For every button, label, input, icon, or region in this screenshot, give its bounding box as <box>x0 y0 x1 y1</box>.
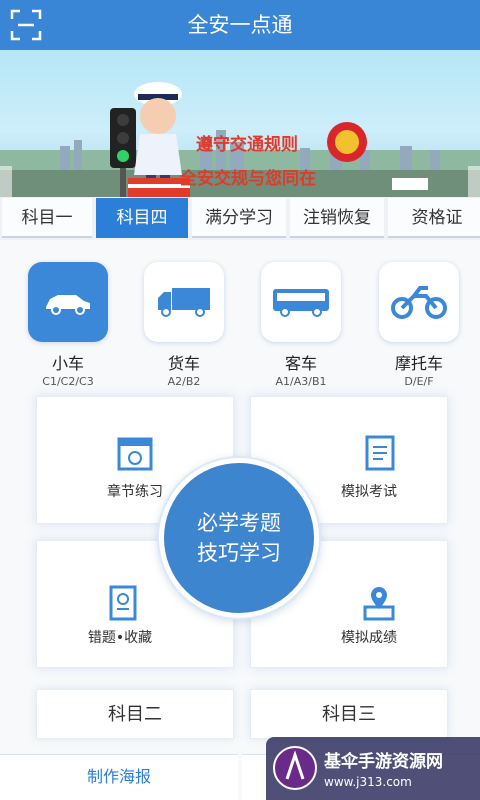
vehicle-classes: A1/A3/B1 <box>275 375 327 388</box>
card-label: 模拟成绩 <box>341 630 397 646</box>
vehicle-name: 小车 <box>51 354 84 373</box>
watermark-logo <box>273 746 317 790</box>
tab-subject-one[interactable]: 科目一 <box>2 198 92 238</box>
watermark-overlay: 基伞手游资源网 www.j313.com <box>266 737 480 800</box>
subject-tabs: 科目一 科目四 满分学习 注销恢复 资格证 <box>0 198 480 240</box>
promo-banner[interactable]: 遵守交通规则 全安交规与您同在 <box>0 50 480 197</box>
banner-next-arrow[interactable] <box>468 166 480 197</box>
app-title: 全安一点通 <box>187 13 293 37</box>
vehicle-bus[interactable]: 客车 A1/A3/B1 <box>258 262 344 388</box>
tab-full-score[interactable]: 满分学习 <box>192 198 286 238</box>
watermark-title: 基伞手游资源网 <box>324 752 443 772</box>
card-label: 模拟考试 <box>341 484 397 500</box>
tab-subject-four[interactable]: 科目四 <box>96 198 188 238</box>
banner-prev-arrow[interactable] <box>0 166 12 197</box>
motorcycle-icon <box>379 262 459 342</box>
banner-slogan-1: 遵守交通规则 <box>196 135 298 155</box>
vehicle-car[interactable]: 小车 C1/C2/C3 <box>25 262 111 388</box>
vehicle-classes: D/E/F <box>404 375 434 388</box>
vehicle-name: 货车 <box>167 354 200 373</box>
notebook-icon <box>109 585 137 621</box>
truck-icon <box>144 262 224 342</box>
card-label: 错题•收藏 <box>87 630 153 646</box>
vehicle-name: 客车 <box>284 354 317 373</box>
make-poster-button[interactable]: 制作海报 <box>0 754 238 800</box>
tab-cancel-restore[interactable]: 注销恢复 <box>290 198 384 238</box>
location-pin-icon <box>363 587 395 621</box>
vehicle-classes: C1/C2/C3 <box>42 375 94 388</box>
tab-qualification[interactable]: 资格证 <box>388 198 480 238</box>
bus-icon <box>261 262 341 342</box>
watermark-url: www.j313.com <box>324 775 412 789</box>
banner-slogan-2: 全安交规与您同在 <box>180 169 316 189</box>
subject-two-button[interactable]: 科目二 <box>36 689 234 739</box>
vehicle-truck[interactable]: 货车 A2/B2 <box>141 262 227 388</box>
key-questions-button[interactable]: 必学考题 技巧学习 <box>159 458 319 618</box>
center-line-2: 技巧学习 <box>197 541 281 565</box>
center-line-1: 必学考题 <box>197 511 281 535</box>
calendar-icon <box>117 437 153 471</box>
vehicle-motorcycle[interactable]: 摩托车 D/E/F <box>376 262 462 388</box>
vehicle-classes: A2/B2 <box>167 375 201 388</box>
vehicle-name: 摩托车 <box>394 354 443 373</box>
car-icon <box>28 262 108 342</box>
subject-three-button[interactable]: 科目三 <box>250 689 448 739</box>
document-icon <box>365 435 395 471</box>
top-bar: 全安一点通 <box>0 0 480 50</box>
